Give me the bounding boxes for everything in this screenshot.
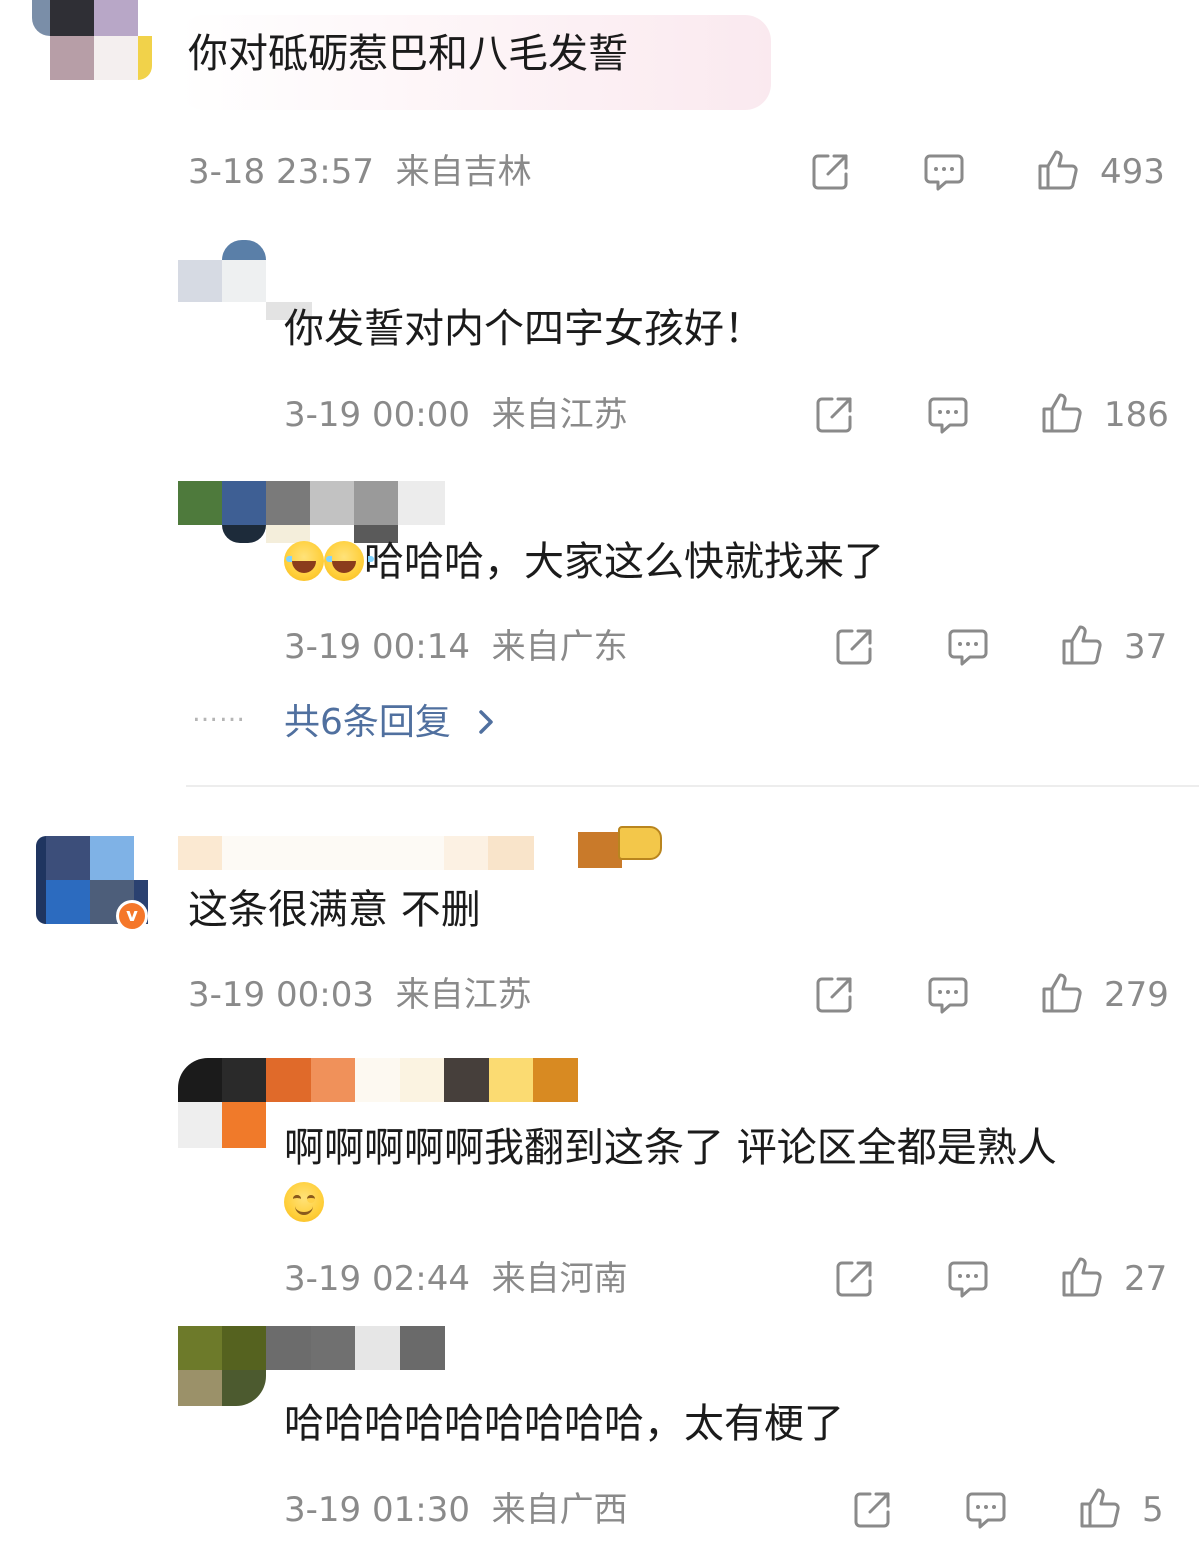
thumbs-up-icon[interactable] — [1060, 1255, 1104, 1299]
share-icon[interactable] — [832, 625, 876, 669]
reply-meta: 3-19 01:30 来自广西 — [284, 1488, 628, 1532]
location: 来自广西 — [491, 1490, 628, 1530]
reply-text: 哈哈哈哈哈哈哈哈哈，太有梗了 — [284, 1401, 844, 1447]
more-replies-link[interactable]: 共6条回复 — [284, 700, 498, 746]
laugh-cry-emoji — [324, 541, 374, 581]
comment-icon[interactable] — [926, 393, 970, 437]
comment-meta: 3-18 23:57 来自吉林 — [188, 150, 532, 194]
share-icon[interactable] — [812, 973, 856, 1017]
like-count: 27 — [1124, 1259, 1168, 1299]
reply-text: 哈哈哈，大家这么快就找来了 — [364, 539, 884, 585]
comment-meta: 3-19 00:03 来自江苏 — [188, 973, 532, 1017]
thumbs-up-icon[interactable] — [1060, 623, 1104, 667]
reply-text-row: 哈哈哈，大家这么快就找来了 — [284, 536, 884, 588]
timestamp: 3-18 23:57 — [188, 152, 374, 192]
verified-badge: v — [116, 900, 148, 932]
more-replies-label: 共6条回复 — [284, 702, 451, 743]
divider — [186, 785, 1199, 787]
comment-icon[interactable] — [926, 973, 970, 1017]
smile-eyes — [293, 1195, 315, 1201]
reply-meta: 3-19 00:14 来自广东 — [284, 625, 628, 669]
timestamp: 3-19 01:30 — [284, 1490, 470, 1530]
avatar[interactable] — [178, 1326, 445, 1406]
ellipsis: …… — [192, 698, 246, 728]
timestamp: 3-19 02:44 — [284, 1259, 470, 1299]
more-replies-row[interactable]: …… — [192, 698, 246, 728]
timestamp: 3-19 00:14 — [284, 627, 470, 667]
reply-text: 你发誓对内个四字女孩好！ — [284, 306, 764, 352]
user-level-badge — [578, 826, 664, 868]
thumbs-up-icon[interactable] — [1040, 971, 1084, 1015]
reply-meta: 3-19 00:00 来自江苏 — [284, 393, 628, 437]
comment-icon[interactable] — [922, 150, 966, 194]
like-count: 279 — [1104, 975, 1169, 1015]
location: 来自江苏 — [491, 395, 628, 435]
smile-emoji — [284, 1182, 324, 1222]
location: 来自河南 — [491, 1259, 628, 1299]
laugh-cry-emoji — [284, 541, 334, 581]
reply-text: 啊啊啊啊啊我翻到这条了 评论区全都是熟人 — [284, 1125, 1057, 1171]
like-count: 37 — [1124, 627, 1168, 667]
like-count: 186 — [1104, 395, 1169, 435]
comment-icon[interactable] — [946, 625, 990, 669]
comment-text: 这条很满意 不删 — [188, 887, 481, 933]
like-count: 5 — [1142, 1490, 1164, 1530]
timestamp: 3-19 00:03 — [188, 975, 374, 1015]
comment-icon[interactable] — [964, 1488, 1008, 1532]
username-censored[interactable] — [178, 836, 534, 870]
smile-emoji-row — [284, 1182, 324, 1222]
timestamp: 3-19 00:00 — [284, 395, 470, 435]
avatar[interactable] — [32, 0, 152, 80]
thumbs-up-icon[interactable] — [1036, 148, 1080, 192]
share-icon[interactable] — [832, 1257, 876, 1301]
location: 来自江苏 — [395, 975, 532, 1015]
comment-text: 你对砥砺惹巴和八毛发誓 — [188, 31, 628, 77]
comment-icon[interactable] — [946, 1257, 990, 1301]
share-icon[interactable] — [812, 393, 856, 437]
location: 来自广东 — [491, 627, 628, 667]
avatar[interactable] — [178, 481, 445, 543]
location: 来自吉林 — [395, 152, 532, 192]
thumbs-up-icon[interactable] — [1078, 1486, 1122, 1530]
like-count: 493 — [1100, 152, 1165, 192]
reply-meta: 3-19 02:44 来自河南 — [284, 1257, 628, 1301]
share-icon[interactable] — [850, 1488, 894, 1532]
chevron-right-icon — [479, 710, 494, 734]
thumbs-up-icon[interactable] — [1040, 391, 1084, 435]
share-icon[interactable] — [808, 150, 852, 194]
